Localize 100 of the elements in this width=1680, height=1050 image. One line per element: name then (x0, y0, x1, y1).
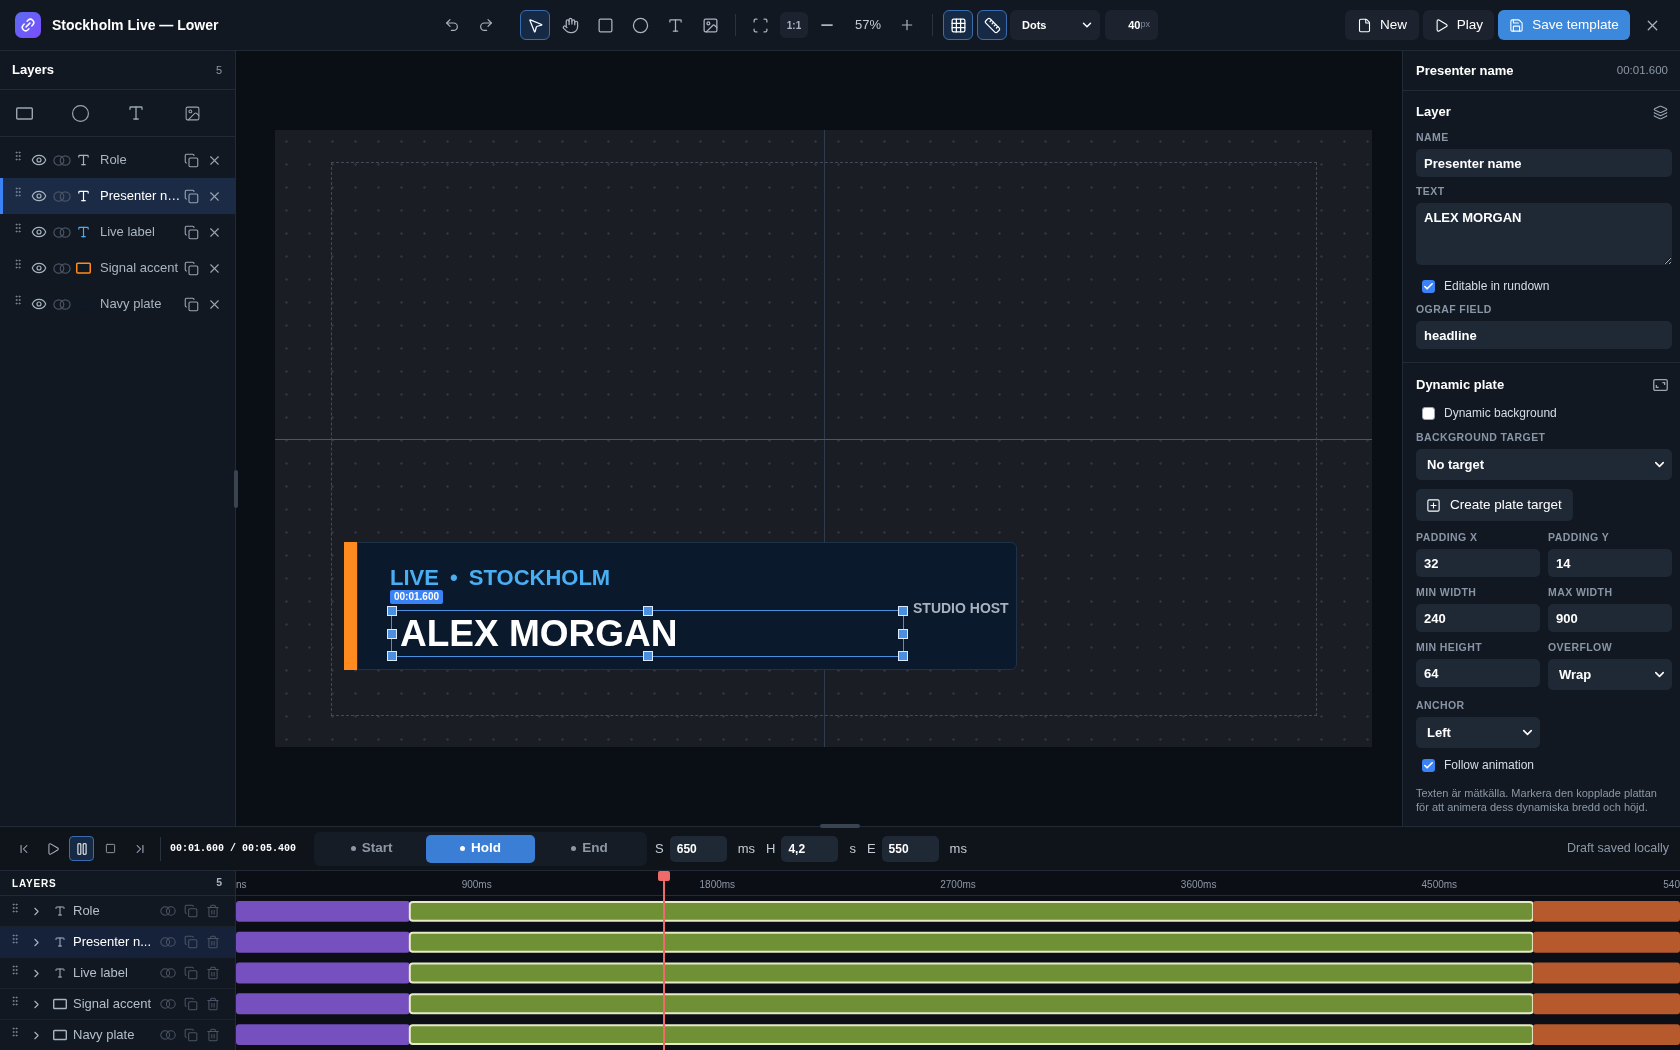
layer-row[interactable]: Signal accent (0, 250, 235, 286)
drag-handle-icon[interactable] (9, 1025, 21, 1039)
plus-square-icon (1426, 497, 1441, 513)
copy-icon[interactable] (184, 152, 199, 168)
drag-handle-icon[interactable] (12, 221, 24, 235)
eye-icon[interactable] (31, 296, 47, 312)
lower-third-plate[interactable] (357, 542, 1017, 670)
dropdown[interactable]: Wrap (1548, 659, 1672, 690)
layer-count: 5 (216, 875, 222, 891)
grid-style-dropdown[interactable]: Dots (1010, 10, 1100, 40)
copy-icon[interactable] (184, 296, 199, 312)
select-tool-button[interactable] (520, 10, 550, 40)
playhead[interactable] (657, 871, 670, 1050)
phase-tab[interactable]: End (535, 834, 645, 863)
resize-handle[interactable] (898, 628, 908, 639)
number-field[interactable]: 900 (1548, 604, 1672, 632)
timeline-layer-row[interactable]: Navy plate (0, 1020, 235, 1050)
resize-handle[interactable] (387, 651, 397, 661)
redo-icon (478, 17, 494, 33)
eye-icon[interactable] (31, 188, 47, 204)
ruler-toggle[interactable] (977, 10, 1007, 40)
duration-field[interactable]: 550 (881, 835, 939, 862)
field-label: NAME (1416, 131, 1450, 143)
drag-handle-icon[interactable] (12, 257, 24, 271)
timeline-layer-row[interactable]: Presenter n... (0, 927, 235, 958)
panel-resize-handle[interactable] (820, 824, 860, 828)
drag-handle-icon[interactable] (9, 901, 21, 915)
live-label-text[interactable]: LIVE • STOCKHOLM (390, 567, 611, 589)
ruler-icon (983, 16, 1001, 34)
number-field[interactable]: 32 (1416, 549, 1540, 577)
rectangle-icon (596, 16, 614, 34)
number-field[interactable]: 240 (1416, 604, 1540, 632)
duration-field[interactable]: 650 (669, 835, 727, 862)
resize-handle[interactable] (642, 606, 653, 616)
time-tick-label: 2700ms (940, 878, 976, 892)
file-icon (1357, 17, 1372, 33)
save-template-button[interactable]: Save template (1498, 10, 1630, 40)
actual-size-button[interactable]: 1:1 (780, 12, 808, 38)
grid-toggle[interactable] (943, 10, 973, 40)
resize-handle[interactable] (387, 628, 397, 639)
dropdown[interactable]: Left (1416, 717, 1540, 748)
layers-icon (1653, 104, 1668, 120)
text-icon (53, 936, 67, 948)
presenter-name-text[interactable]: ALEX MORGAN (400, 616, 678, 652)
resize-frame-icon (1653, 379, 1668, 391)
duration-key: E (866, 838, 876, 859)
copy-icon[interactable] (184, 224, 199, 240)
ograf-field-input[interactable]: headline (1416, 321, 1672, 349)
drag-handle-icon[interactable] (12, 149, 24, 163)
field-label: PADDING X (1416, 531, 1479, 543)
layer-row[interactable]: Role (0, 142, 235, 178)
checkbox[interactable] (1422, 758, 1435, 772)
new-button[interactable]: New (1345, 10, 1419, 40)
phase-bar[interactable] (408, 1024, 1534, 1046)
timeline-layer-row[interactable]: Live label (0, 958, 235, 989)
duration-field[interactable]: 4,2 (781, 835, 839, 862)
checkbox-label: Editable in rundown (1444, 278, 1550, 295)
layer-row[interactable]: Presenter n… (0, 178, 235, 214)
drag-handle-icon[interactable] (12, 293, 24, 307)
name-field[interactable]: Presenter name (1416, 149, 1672, 177)
resize-handle[interactable] (898, 606, 908, 616)
phase-bar[interactable] (408, 931, 1534, 953)
eye-icon[interactable] (31, 224, 47, 240)
resize-handle[interactable] (387, 606, 397, 616)
phase-tab[interactable]: Start (317, 834, 427, 863)
eye-icon[interactable] (31, 152, 47, 168)
drag-handle-icon[interactable] (12, 185, 24, 199)
checkbox[interactable] (1422, 279, 1435, 293)
number-field[interactable]: 64 (1416, 659, 1540, 687)
grid-size-field[interactable]: 40px (1105, 10, 1158, 40)
panel-resize-handle[interactable] (234, 470, 238, 508)
phase-tab[interactable]: Hold (426, 834, 536, 863)
eye-icon[interactable] (31, 260, 47, 276)
resize-handle[interactable] (642, 651, 653, 661)
play-button[interactable]: Play (1423, 10, 1494, 40)
pause-button[interactable] (69, 836, 94, 861)
checkbox[interactable] (1422, 406, 1435, 420)
phase-bar[interactable] (408, 993, 1534, 1015)
check-icon (1423, 759, 1434, 771)
layer-name: Presenter n… (100, 187, 181, 206)
time-tick-label: 3600ms (1180, 878, 1217, 892)
phase-bar[interactable] (408, 900, 1534, 922)
text-area[interactable]: ALEX MORGAN (1416, 203, 1672, 265)
copy-icon[interactable] (184, 260, 199, 276)
copy-icon[interactable] (184, 188, 199, 204)
timeline-layer-row[interactable]: Signal accent (0, 989, 235, 1020)
checkbox-label: Follow animation (1444, 757, 1535, 774)
resize-handle[interactable] (898, 651, 908, 661)
play-icon (45, 841, 60, 856)
background-target-dropdown[interactable]: No target (1416, 449, 1672, 480)
time-tick-label: 540 (1663, 878, 1680, 892)
role-text[interactable]: STUDIO HOST (913, 601, 1009, 615)
layer-row[interactable]: Navy plate (0, 286, 235, 322)
drag-handle-icon[interactable] (9, 932, 21, 946)
layer-name: Presenter n... (73, 933, 152, 952)
drag-handle-icon[interactable] (9, 963, 21, 977)
number-field[interactable]: 14 (1548, 549, 1672, 577)
create-plate-target-button[interactable]: Create plate target (1416, 489, 1573, 521)
layer-row[interactable]: Live label (0, 214, 235, 250)
drag-handle-icon[interactable] (9, 994, 21, 1008)
